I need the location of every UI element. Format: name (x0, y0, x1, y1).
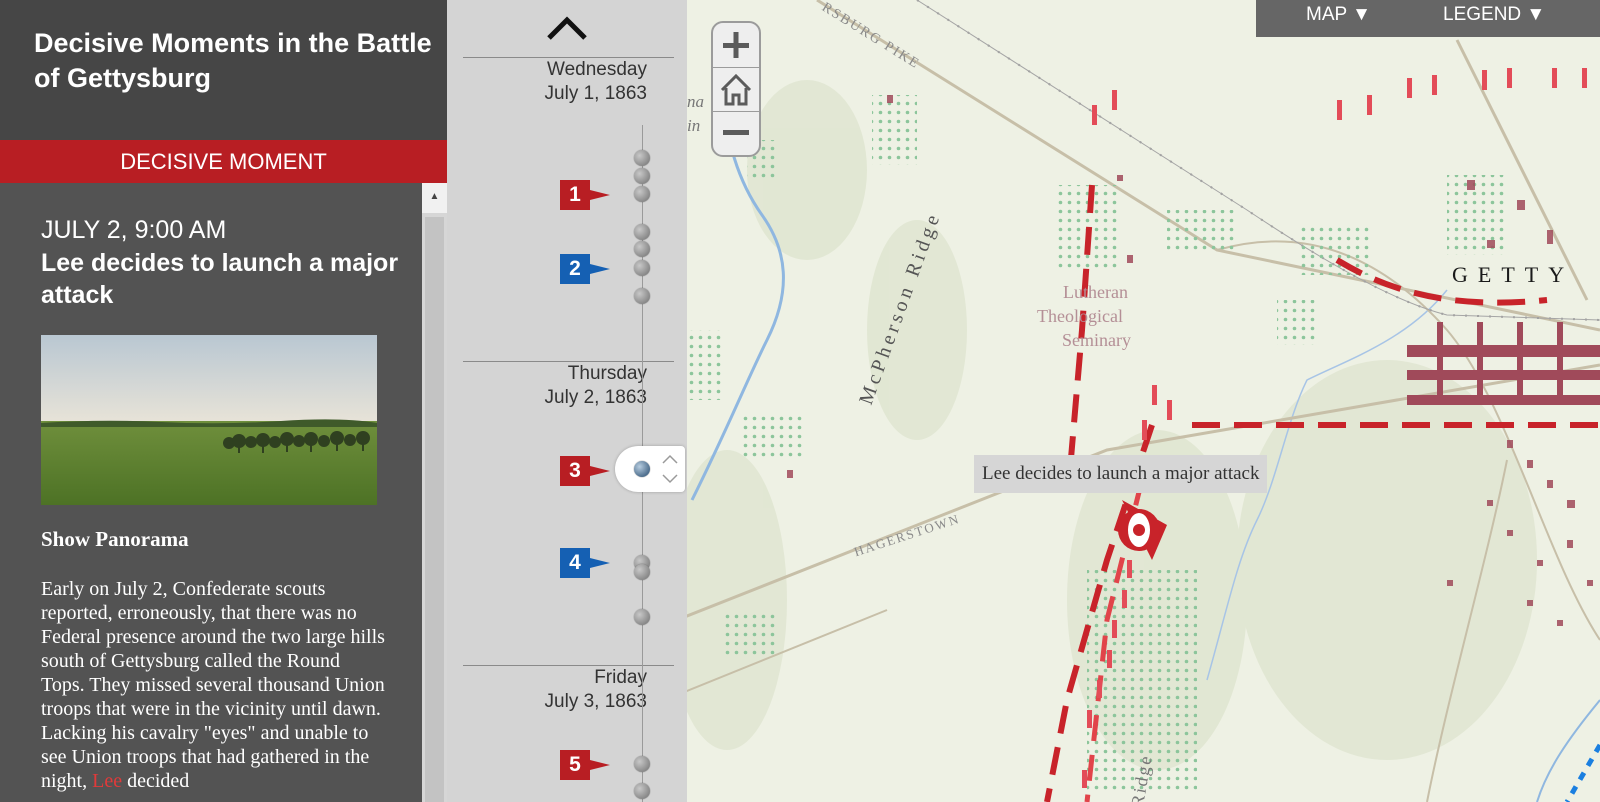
plus-icon (723, 32, 749, 58)
map-tooltip: Lee decides to launch a major attack (974, 455, 1268, 493)
timeline-event-dot[interactable] (634, 783, 650, 799)
timeline-up-button[interactable] (543, 10, 591, 44)
timeline-event-dot[interactable] (634, 609, 650, 625)
selected-event-dot (634, 461, 650, 477)
moment-flag-1[interactable]: 1 (560, 180, 612, 210)
moment-content[interactable]: JULY 2, 9:00 AM Lee decides to launch a … (0, 183, 422, 802)
timeline-day-3: Friday July 3, 1863 (545, 666, 647, 714)
timeline-event-dot[interactable] (634, 288, 650, 304)
flag-number: 2 (569, 257, 581, 280)
home-icon (720, 73, 752, 106)
seminary-label-3: Seminary (1062, 330, 1131, 350)
info-panel: Decisive Moments in the Battle of Gettys… (0, 0, 447, 802)
seminary-label-2: Theological (1037, 306, 1123, 326)
zoom-in-button[interactable] (713, 23, 759, 67)
day-date: July 2, 1863 (544, 387, 647, 408)
moment-time: JULY 2, 9:00 AM (41, 216, 227, 244)
day-date: July 1, 1863 (544, 83, 647, 104)
flag-number: 4 (569, 551, 581, 574)
map-menu-bar: MAP ▼ LEGEND ▼ (1256, 0, 1600, 37)
timeline-event-dot[interactable] (634, 168, 650, 184)
moment-flag-5[interactable]: 5 (560, 750, 612, 780)
moment-flag-2[interactable]: 2 (560, 254, 612, 284)
description-text: Early on July 2, Confederate scouts repo… (41, 578, 385, 792)
moment-description: Early on July 2, Confederate scouts repo… (41, 577, 386, 793)
timeline-event-dot[interactable] (634, 186, 650, 202)
minus-icon (723, 130, 749, 135)
decisive-moment-header: DECISIVE MOMENT (0, 140, 447, 183)
timeline-event-dot[interactable] (634, 564, 650, 580)
description-text-end: decided (122, 770, 190, 792)
chevron-up-icon (547, 16, 587, 40)
panorama-thumbnail[interactable] (41, 335, 377, 505)
battle-map[interactable]: McPherson Ridge Lutheran Theological Sem… (687, 0, 1600, 802)
edge-label-2: in (687, 116, 701, 135)
timeline-event-dot[interactable] (634, 241, 650, 257)
chevron-down-icon (662, 474, 678, 484)
flag-number: 5 (569, 753, 581, 776)
chevron-up-icon (662, 454, 678, 464)
event-stepper[interactable] (659, 449, 681, 489)
timeline-day-2: Thursday July 2, 1863 (545, 362, 647, 410)
panorama-image (41, 335, 377, 505)
scroll-up-button[interactable]: ▲ (422, 183, 447, 213)
timeline-event-dot[interactable] (634, 224, 650, 240)
scroll-thumb[interactable] (425, 217, 444, 802)
gettysburg-town-label: GETTY (1452, 262, 1575, 287)
day-weekday: Thursday (567, 363, 647, 384)
day-date: July 3, 1863 (544, 691, 647, 712)
home-button[interactable] (713, 68, 759, 112)
moment-title: Lee decides to launch a major attack (41, 249, 399, 309)
zoom-controls (711, 21, 761, 157)
flag-number: 1 (569, 183, 581, 206)
content-scrollbar[interactable]: ▲ (422, 183, 447, 802)
zoom-out-button[interactable] (713, 112, 759, 156)
seminary-label-1: Lutheran (1063, 282, 1128, 302)
map-menu-button[interactable]: MAP ▼ (1306, 0, 1371, 30)
flag-number: 3 (569, 459, 581, 482)
timeline-event-dot[interactable] (634, 150, 650, 166)
title-header: Decisive Moments in the Battle of Gettys… (0, 0, 447, 140)
timeline-selected-event[interactable] (615, 446, 685, 492)
timeline-event-dot[interactable] (634, 756, 650, 772)
timeline-day-1: Wednesday July 1, 1863 (545, 58, 647, 106)
edge-label-1: na (687, 92, 704, 111)
day-weekday: Friday (594, 667, 647, 688)
description-highlight: Lee (92, 770, 123, 792)
timeline: Wednesday July 1, 1863 Thursday July 2, … (447, 0, 687, 802)
show-panorama-link[interactable]: Show Panorama (41, 527, 189, 552)
timeline-event-dot[interactable] (634, 260, 650, 276)
day-weekday: Wednesday (547, 59, 647, 80)
map-canvas (687, 0, 1600, 802)
moment-flag-4[interactable]: 4 (560, 548, 612, 578)
legend-menu-button[interactable]: LEGEND ▼ (1443, 0, 1545, 30)
moment-flag-3[interactable]: 3 (560, 456, 612, 486)
app-title: Decisive Moments in the Battle of Gettys… (34, 28, 432, 93)
